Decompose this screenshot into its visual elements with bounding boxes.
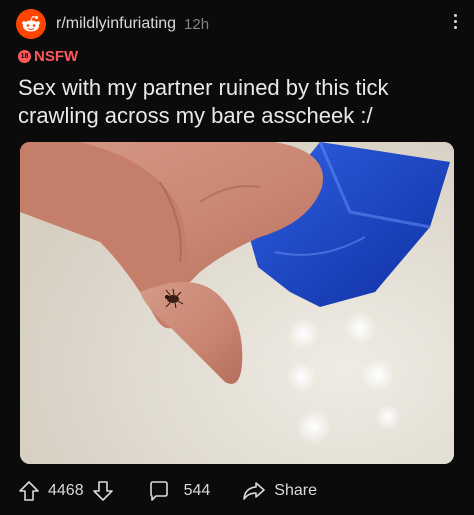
arrow-up-icon[interactable] (18, 480, 40, 502)
reddit-snoo-icon (22, 16, 40, 32)
more-vertical-icon[interactable] (454, 14, 458, 32)
share-arrow-icon (243, 482, 266, 500)
post-title[interactable]: Sex with my partner ruined by this tick … (18, 74, 458, 130)
photo-illustration (20, 142, 454, 464)
nsfw-label: NSFW (34, 48, 79, 65)
share-label: Share (274, 482, 317, 499)
comment-bubble-icon (149, 481, 168, 501)
post-age: 12h (184, 15, 210, 33)
post-header: r/mildlyinfuriating 12h (16, 8, 458, 40)
nsfw-tag: 18 NSFW (18, 48, 78, 65)
nsfw-18-icon: 18 (18, 50, 31, 63)
comment-count: 544 (183, 482, 211, 499)
subreddit-name[interactable]: r/mildlyinfuriating (56, 15, 176, 33)
comments-button[interactable]: 544 (148, 480, 211, 502)
vote-group: 4468 (18, 480, 114, 502)
post-image[interactable] (20, 142, 454, 464)
upvote-count: 4468 (48, 482, 84, 499)
share-button[interactable]: Share (242, 480, 317, 502)
post-actions-bar: 4468 544 Share (18, 476, 458, 506)
subreddit-avatar[interactable] (16, 9, 46, 39)
arrow-down-icon[interactable] (92, 480, 114, 502)
